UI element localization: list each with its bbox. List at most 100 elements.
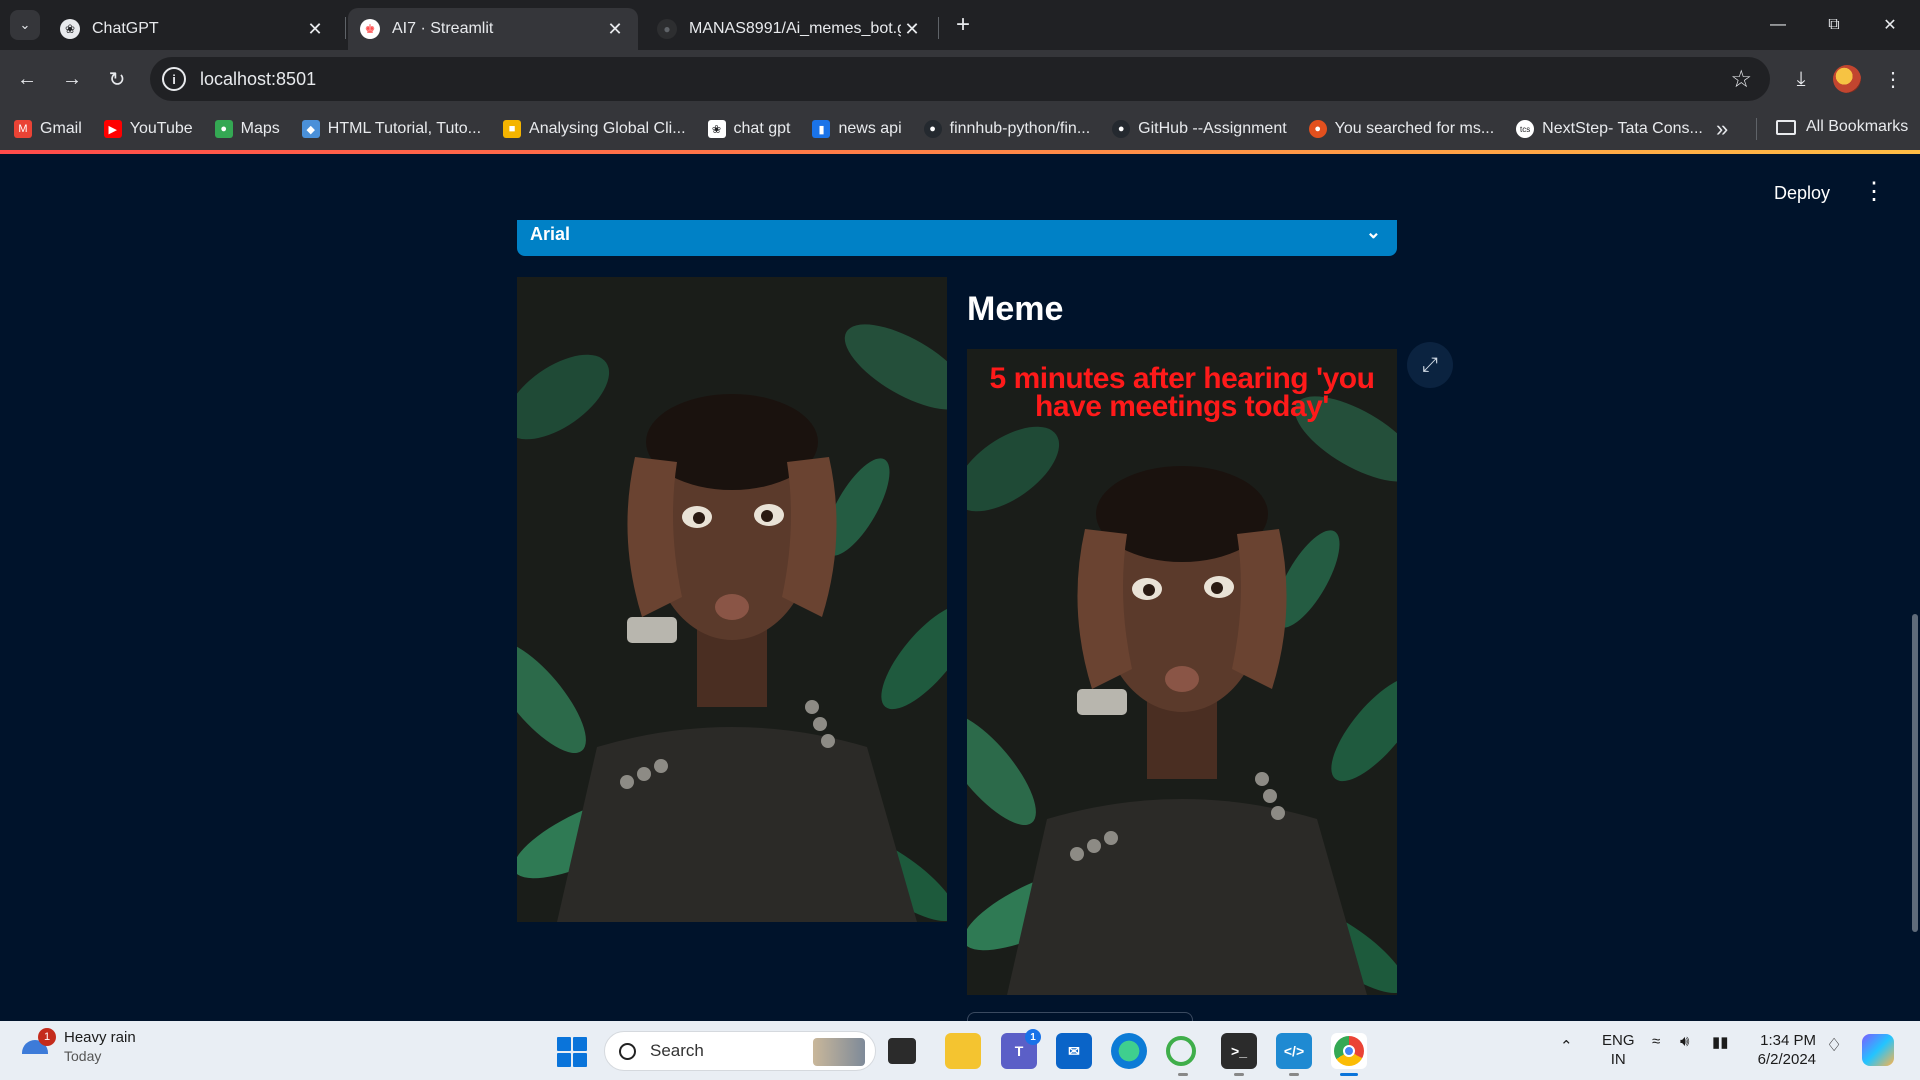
minimize-icon: — <box>1770 16 1786 33</box>
bookmarks-bar: M Gmail ▶ YouTube ● Maps ◆ HTML Tutorial, Tu… <box>0 108 1920 150</box>
chatgpt-icon: ❀ <box>707 120 726 138</box>
restore-button[interactable]: ⧉ <box>1806 0 1862 50</box>
all-bookmarks-button[interactable]: All Bookmarks <box>1776 118 1908 136</box>
teams-icon[interactable]: T 1 <box>1001 1029 1041 1069</box>
battery-icon[interactable]: ▮▮ <box>1712 1033 1729 1051</box>
site-info-icon[interactable]: i <box>162 67 186 91</box>
minimize-button[interactable]: — <box>1750 0 1806 50</box>
reload-icon: ↻ <box>108 68 126 91</box>
address-bar[interactable]: i localhost:8501 ☆ <box>150 57 1770 101</box>
bookmark-chatgpt[interactable]: ❀ chat gpt <box>707 120 791 138</box>
reload-button[interactable]: ↻ <box>100 62 134 96</box>
bookmark-label: Maps <box>240 120 280 137</box>
weather-badge: 1 <box>38 1027 56 1046</box>
partial-download-button[interactable] <box>967 1012 1193 1021</box>
active-indicator <box>1340 1073 1358 1076</box>
circle-app-icon[interactable] <box>1166 1036 1196 1066</box>
youtube-icon: ▶ <box>103 120 122 138</box>
original-photo <box>517 277 947 922</box>
more-bookmarks-icon[interactable]: » <box>1716 116 1728 142</box>
bookmarks-divider <box>1756 118 1757 140</box>
kebab-menu-icon: ⋮ <box>1883 68 1903 91</box>
tab-ai7-streamlit[interactable]: ♚ AI7 · Streamlit ✕ <box>348 8 638 50</box>
chrome-icon[interactable] <box>1331 1033 1367 1069</box>
file-explorer-icon[interactable] <box>945 1033 981 1069</box>
plus-icon: + <box>955 11 970 38</box>
scrollbar[interactable] <box>1912 614 1918 932</box>
tab-title: ChatGPT <box>92 20 159 37</box>
task-view-icon[interactable] <box>888 1038 916 1064</box>
app-menu-icon[interactable]: ⋮ <box>1862 180 1886 204</box>
chevron-down-icon: ⌄ <box>19 17 31 32</box>
tab-search-button[interactable]: ⌄ <box>10 10 40 40</box>
avatar <box>1833 65 1861 93</box>
bookmark-html-tutorial[interactable]: ◆ HTML Tutorial, Tuto... <box>301 120 482 138</box>
notification-bell-icon[interactable]: ♢ <box>1826 1035 1842 1056</box>
font-select-value: Arial <box>530 224 571 244</box>
mail-icon[interactable]: ✉ <box>1056 1033 1092 1069</box>
copilot-icon[interactable] <box>1862 1034 1894 1066</box>
fullscreen-button[interactable]: ⤢ <box>1407 342 1453 388</box>
tab-github-repo[interactable]: ● MANAS8991/Ai_memes_bot.git ✕ <box>645 8 935 50</box>
wifi-icon[interactable]: ≈ <box>1652 1033 1660 1050</box>
vscode-icon[interactable]: </> <box>1276 1033 1312 1069</box>
windows-start-icon[interactable] <box>557 1037 587 1067</box>
close-icon[interactable]: ✕ <box>604 18 626 40</box>
news-api-icon: ▮ <box>812 120 831 138</box>
clock[interactable]: 1:34 PM 6/2/2024 <box>1754 1031 1816 1069</box>
bookmark-label: YouTube <box>129 120 193 137</box>
tab-chatgpt[interactable]: ❀ ChatGPT ✕ <box>48 8 338 50</box>
lang-line1: ENG <box>1602 1032 1635 1049</box>
bookmark-label: chat gpt <box>733 120 791 137</box>
bookmark-label: Gmail <box>40 120 82 137</box>
browser-menu-button[interactable]: ⋮ <box>1876 62 1910 96</box>
bookmark-github-assignment[interactable]: ● GitHub --Assignment <box>1112 120 1287 138</box>
bookmark-search-result[interactable]: ● You searched for ms... <box>1308 120 1495 138</box>
search-icon <box>619 1042 636 1060</box>
bookmark-label: You searched for ms... <box>1334 120 1495 137</box>
umbrella-icon: 1 <box>22 1027 56 1062</box>
bookmark-star-icon[interactable]: ☆ <box>1730 65 1752 94</box>
terminal-icon[interactable]: >_ <box>1221 1033 1257 1069</box>
bookmark-label: HTML Tutorial, Tuto... <box>327 120 482 137</box>
all-bookmarks-label: All Bookmarks <box>1806 118 1909 135</box>
search-highlight-image <box>813 1038 865 1066</box>
font-select[interactable]: Arial ⌄ <box>517 220 1397 256</box>
bookmark-label: GitHub --Assignment <box>1138 120 1287 137</box>
original-image <box>517 277 947 922</box>
close-window-button[interactable]: ✕ <box>1862 0 1918 50</box>
bookmark-nextstep-tcs[interactable]: tcs NextStep- Tata Cons... <box>1516 120 1703 138</box>
meme-photo <box>967 349 1397 995</box>
bookmark-label: NextStep- Tata Cons... <box>1542 120 1703 137</box>
bookmark-finnhub[interactable]: ● finnhub-python/fin... <box>923 120 1090 138</box>
tab-strip: ⌄ ❀ ChatGPT ✕ ♚ AI7 · Streamlit ✕ ● MANA… <box>0 0 1920 50</box>
bookmark-maps[interactable]: ● Maps <box>214 120 280 138</box>
chevron-up-icon[interactable]: ⌃ <box>1560 1037 1573 1055</box>
weather-widget[interactable]: 1 Heavy rain Today <box>22 1027 136 1064</box>
volume-icon[interactable]: 🔊︎ <box>1680 1033 1689 1050</box>
weather-title: Heavy rain <box>64 1029 136 1046</box>
taskbar-search[interactable]: Search <box>604 1031 876 1071</box>
tab-title: AI7 · Streamlit <box>392 20 494 37</box>
bookmark-gmail[interactable]: M Gmail <box>14 120 82 138</box>
arrow-right-icon: → <box>62 67 82 90</box>
edge-icon[interactable] <box>1111 1033 1147 1069</box>
chevron-down-icon: ⌄ <box>1365 222 1381 242</box>
language-indicator[interactable]: ENG IN <box>1602 1031 1635 1069</box>
meme-caption: 5 minutes after hearing 'you have meetin… <box>989 362 1375 423</box>
new-tab-button[interactable]: + <box>948 10 978 40</box>
downloads-button[interactable]: ⤓ <box>1784 62 1818 96</box>
bookmark-youtube[interactable]: ▶ YouTube <box>103 120 193 138</box>
teams-badge: 1 <box>1025 1029 1041 1045</box>
bookmark-news-api[interactable]: ▮ news api <box>812 120 902 138</box>
profile-button[interactable] <box>1830 62 1864 96</box>
close-icon[interactable]: ✕ <box>304 18 326 40</box>
deploy-button[interactable]: Deploy <box>1774 183 1830 204</box>
bookmark-analysing[interactable]: ■ Analysing Global Cli... <box>503 120 686 138</box>
close-icon[interactable]: ✕ <box>901 18 923 40</box>
analysing-icon: ■ <box>503 120 522 138</box>
github-icon: ● <box>1112 120 1131 138</box>
back-button[interactable]: ← <box>10 62 44 96</box>
address-url[interactable]: localhost:8501 <box>200 69 316 90</box>
forward-button[interactable]: → <box>55 62 89 96</box>
